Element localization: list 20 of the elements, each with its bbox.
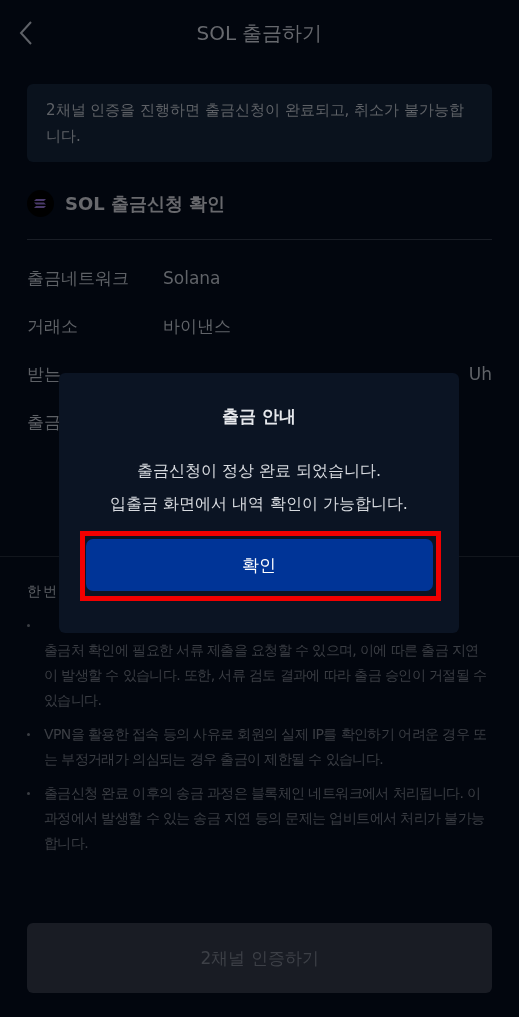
info-title: 한 번 — [27, 583, 57, 601]
back-icon[interactable] — [19, 20, 33, 46]
row-value: 바이낸스 — [163, 315, 231, 338]
notice-box: 2채널 인증을 진행하면 출금신청이 완료되고, 취소가 불가능합니다. — [27, 84, 492, 162]
row-label: 출금네트워크 — [27, 267, 130, 290]
dialog-message: 입출금 화면에서 내역 확인이 가능합니다. — [110, 493, 408, 515]
row-value: Solana — [163, 267, 221, 290]
row-label: 거래소 — [27, 315, 79, 338]
summary-title: SOL 출금신청 확인 — [65, 191, 226, 216]
bullet-icon — [27, 733, 30, 736]
dialog-message: 출금신청이 정상 완료 되었습니다. — [136, 460, 382, 482]
confirm-button[interactable]: 확인 — [85, 539, 433, 591]
row-value: Uh — [468, 363, 492, 386]
row-label: 출금 — [27, 411, 62, 434]
page-title: SOL 출금하기 — [196, 19, 323, 47]
bullet-icon — [27, 792, 30, 795]
row-label: 받는 — [27, 363, 62, 386]
bullet-icon — [27, 624, 30, 627]
dialog-title: 출금 안내 — [222, 405, 296, 428]
coin-icon — [27, 190, 54, 217]
